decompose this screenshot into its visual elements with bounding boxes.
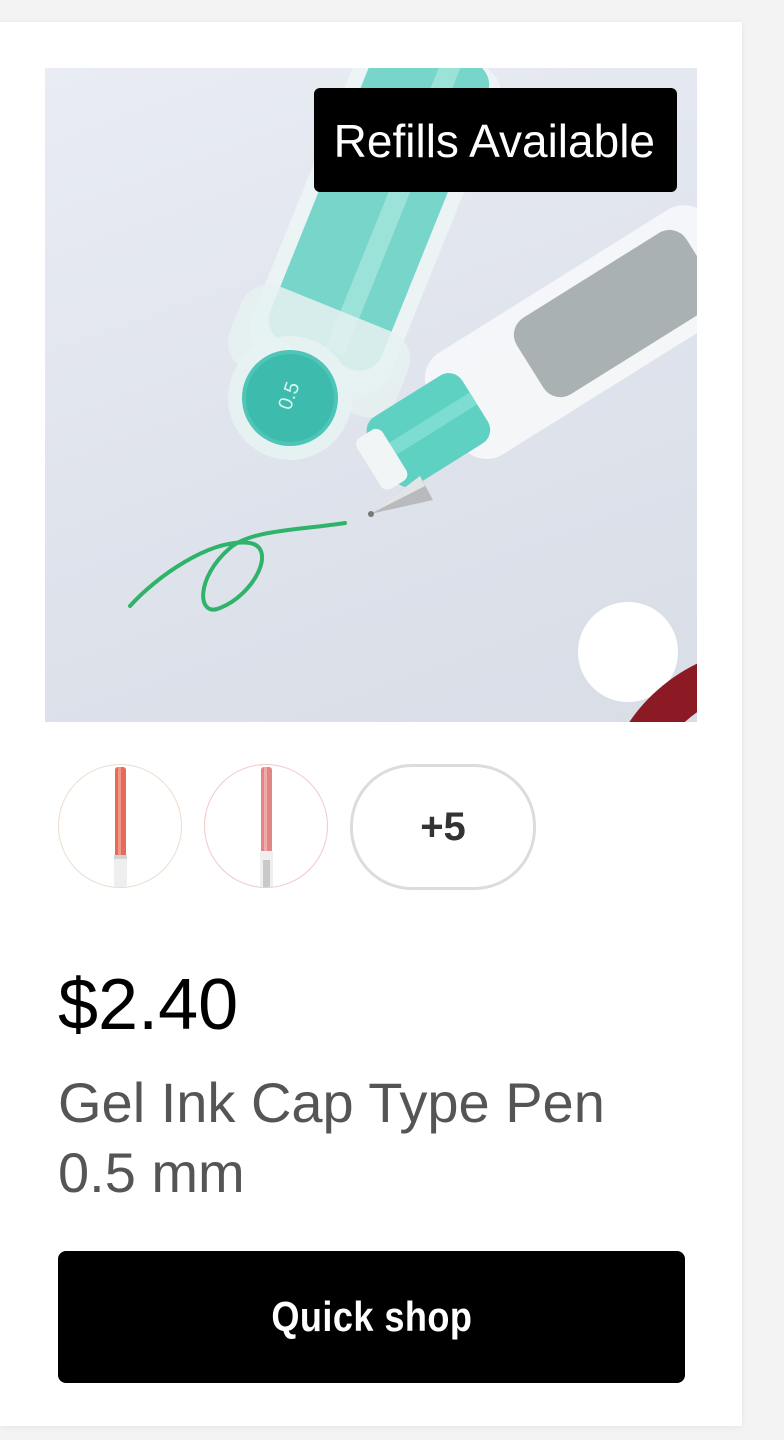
swatch-pink-pen[interactable]	[204, 764, 328, 888]
refills-badge: Refills Available	[313, 88, 677, 192]
pink-pen-thumbnail	[260, 767, 273, 887]
more-swatches-button[interactable]: +5	[350, 764, 536, 890]
favorite-button[interactable]	[578, 602, 697, 722]
product-image[interactable]: 0.5 Refills Available	[45, 68, 697, 722]
quick-shop-label: Quick shop	[270, 1293, 472, 1340]
red-pen-thumbnail	[114, 767, 127, 887]
product-name[interactable]: Gel Ink Cap Type Pen 0.5 mm	[58, 1068, 698, 1208]
product-card[interactable]: 0.5 Refills Available +5 $2.40 Gel Ink C…	[0, 22, 742, 1426]
swatch-red-pen[interactable]	[58, 764, 182, 888]
product-price: $2.40	[58, 965, 239, 1045]
heart-outline-icon	[629, 663, 697, 722]
quick-shop-button[interactable]: Quick shop	[58, 1251, 685, 1383]
color-swatches: +5	[58, 764, 536, 890]
